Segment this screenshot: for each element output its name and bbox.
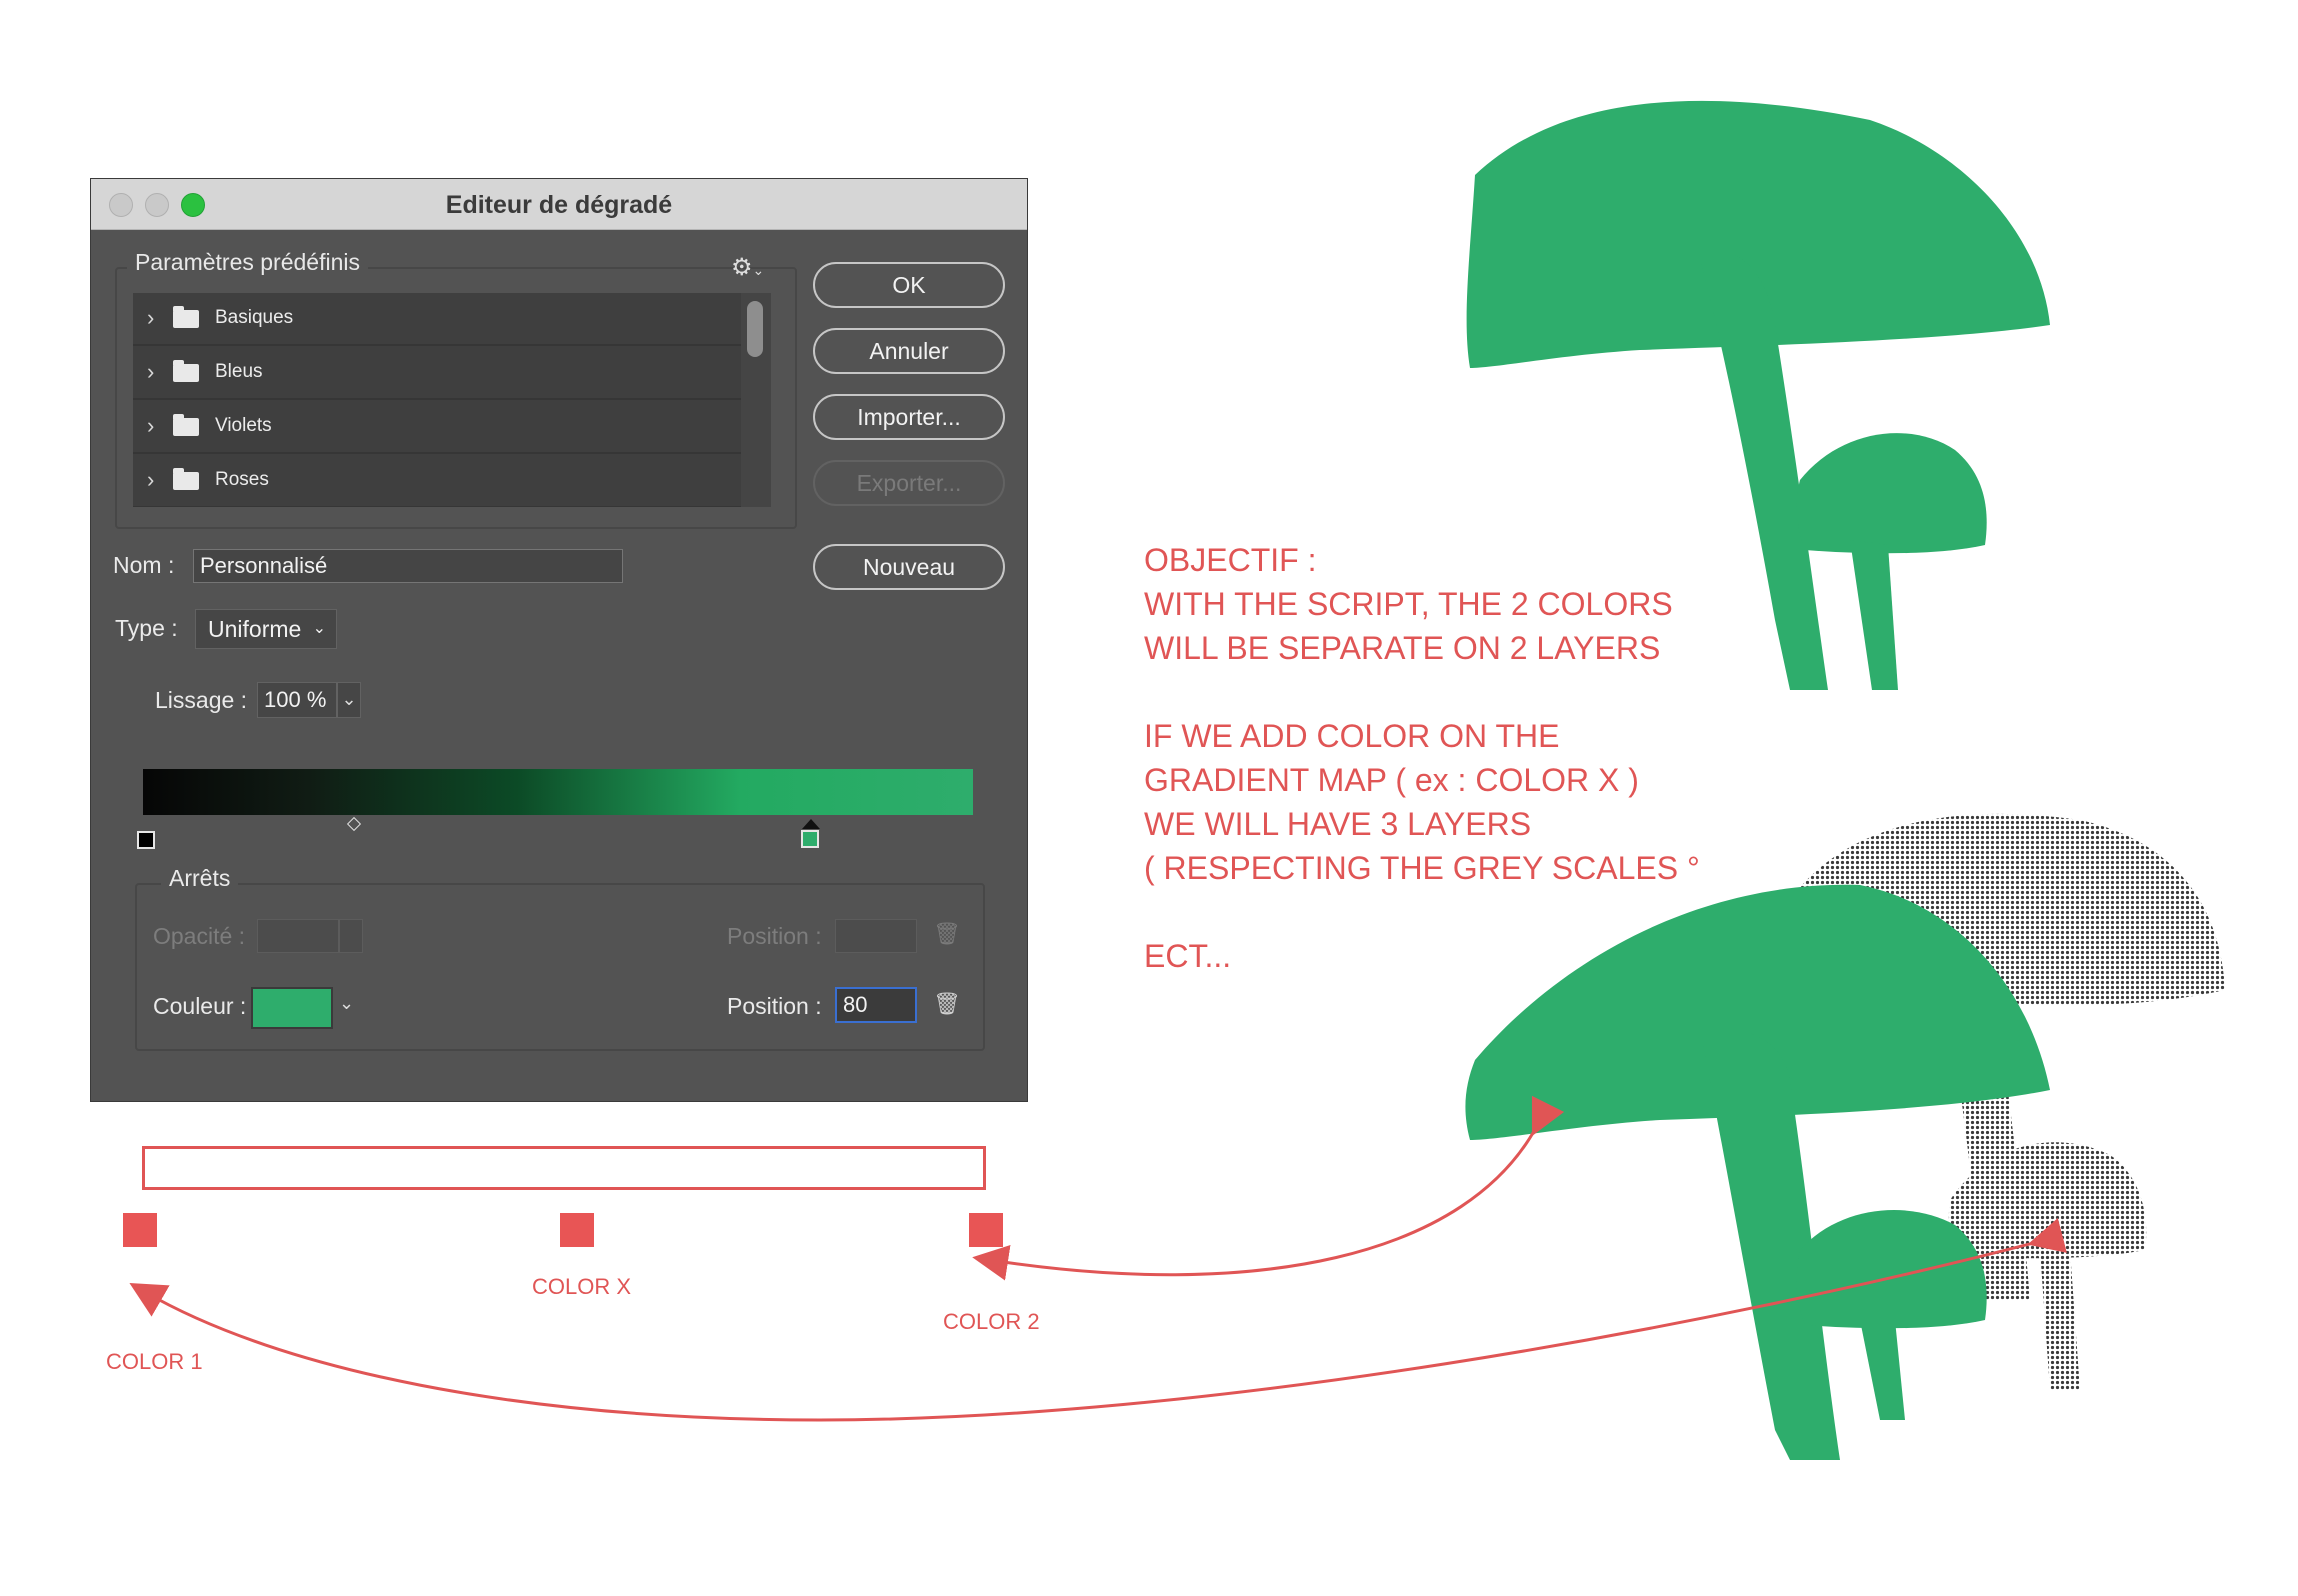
arrow-color2-green	[972, 1095, 1565, 1281]
illustration-layer	[129, 100, 2225, 1460]
mushroom-green-bottom	[1465, 884, 2050, 1460]
mushroom-green-top	[1466, 100, 2050, 690]
